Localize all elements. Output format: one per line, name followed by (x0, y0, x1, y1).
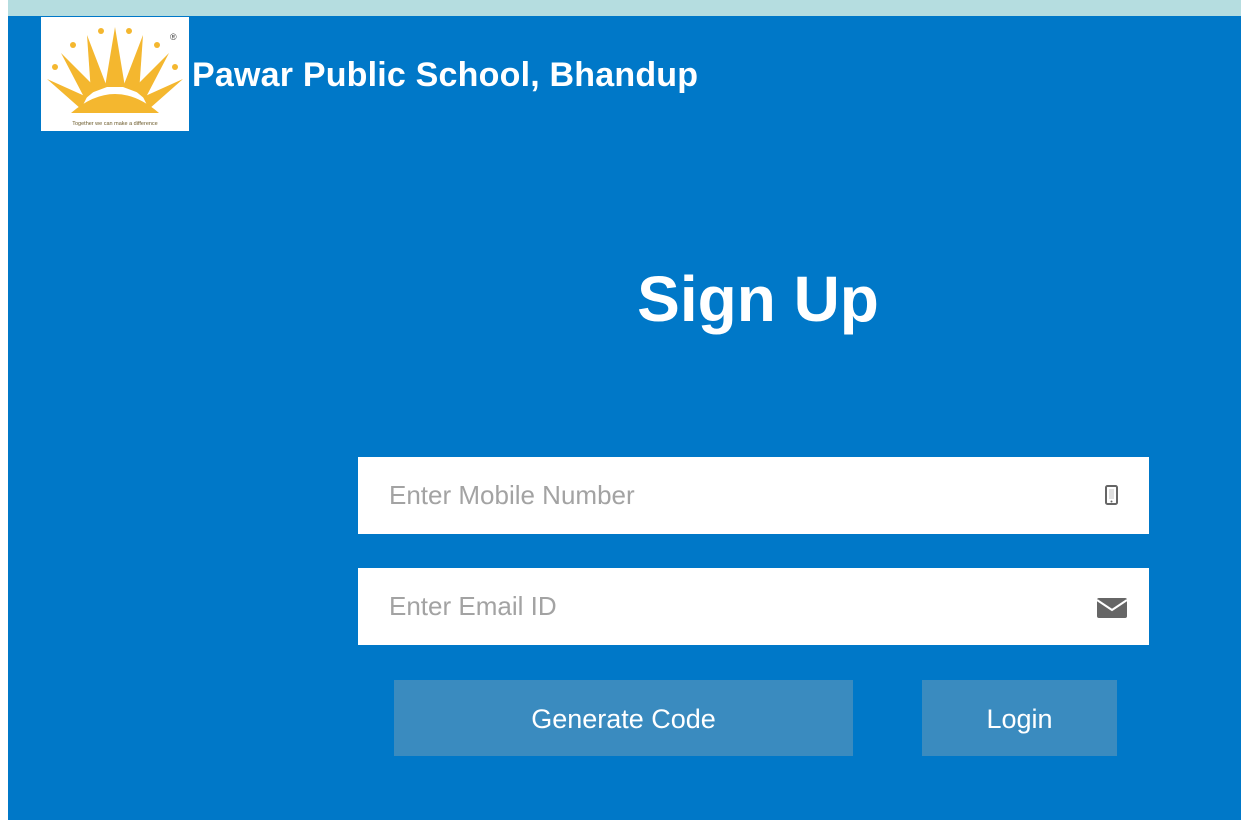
registered-mark: ® (170, 32, 177, 42)
envelope-icon (1096, 598, 1128, 618)
login-button[interactable]: Login (922, 680, 1117, 756)
mobile-field[interactable] (358, 457, 1149, 534)
mobile-phone-icon (1105, 485, 1118, 505)
top-strip (8, 0, 1241, 16)
page-title: Sign Up (637, 263, 879, 335)
school-name: Pawar Public School, Bhandup (192, 56, 699, 94)
page-background: ® Together we can make a difference Pawa… (8, 0, 1241, 820)
email-field[interactable] (358, 568, 1149, 645)
sun-logo-icon: ® Together we can make a difference (47, 27, 183, 127)
email-input[interactable] (358, 568, 1078, 645)
school-logo: ® Together we can make a difference (41, 17, 189, 131)
logo-tagline: Together we can make a difference (72, 121, 158, 127)
mobile-input[interactable] (358, 457, 1078, 534)
generate-code-button[interactable]: Generate Code (394, 680, 853, 756)
